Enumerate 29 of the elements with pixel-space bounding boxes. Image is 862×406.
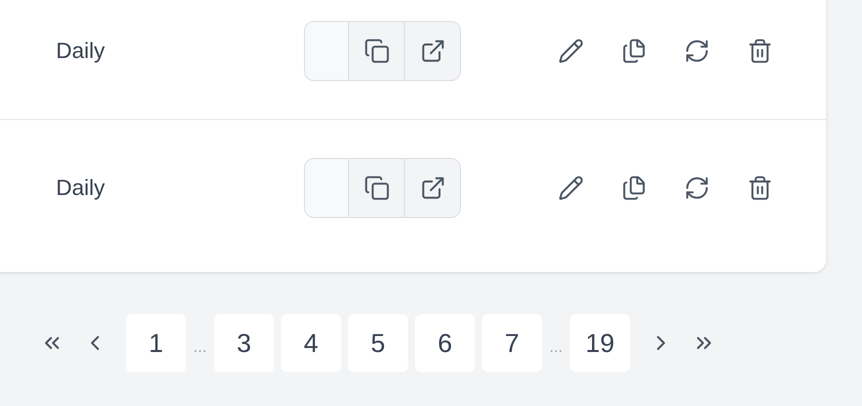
page-button[interactable]: 1 [126,314,186,372]
refresh-icon [684,38,710,64]
refresh-icon [684,175,710,201]
page-button[interactable]: 5 [348,314,408,372]
files-icon [621,38,647,64]
pencil-icon [558,175,584,201]
page-button[interactable]: 3 [214,314,274,372]
copy-button[interactable] [348,22,404,80]
open-link-button[interactable] [404,159,460,217]
page-button[interactable]: 7 [482,314,542,372]
open-link-button[interactable] [404,22,460,80]
ellipsis-text: ... [549,338,563,357]
page-button[interactable]: 19 [570,314,630,372]
link-field[interactable] [305,159,348,217]
external-link-icon [420,38,446,64]
trash-icon [747,175,773,201]
pencil-icon [558,38,584,64]
copy-icon [364,38,390,64]
frequency-text: Daily [56,175,106,201]
copy-icon [364,175,390,201]
frequency-text: Daily [56,38,106,64]
external-link-icon [420,175,446,201]
page-button[interactable]: 4 [281,314,341,372]
page-button[interactable]: 6 [415,314,475,372]
trash-icon [747,38,773,64]
files-icon [621,175,647,201]
copy-button[interactable] [348,159,404,217]
ellipsis-text: ... [193,338,207,357]
link-field[interactable] [305,22,348,80]
